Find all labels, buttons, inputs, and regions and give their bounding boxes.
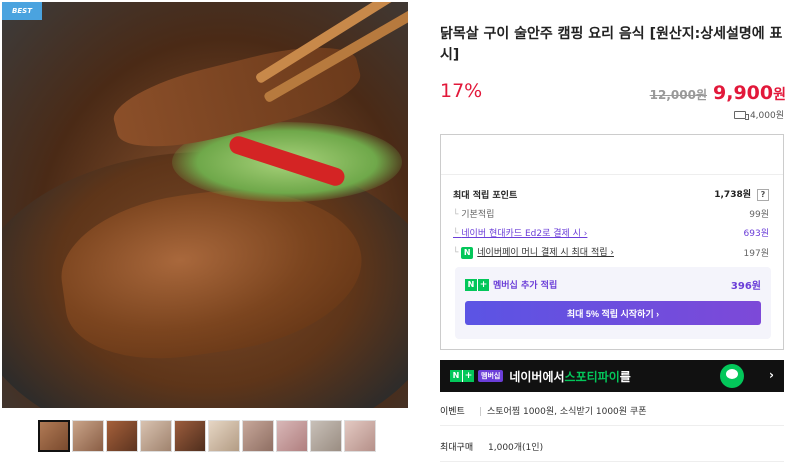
product-main-image[interactable] xyxy=(2,2,408,408)
start-membership-button[interactable]: 최대 5% 적립 시작하기 › xyxy=(465,301,761,325)
points-row-value: 693원 xyxy=(743,229,769,239)
naver-plus-badge: N + xyxy=(450,370,474,382)
help-icon[interactable]: ? xyxy=(757,189,769,201)
plus-icon: + xyxy=(477,278,489,291)
thumbnail-strip xyxy=(38,420,376,452)
membership-box: N + 멤버십 추가 적립 396원 최대 5% 적립 시작하기 › xyxy=(455,267,771,339)
product-title: 닭목살 구이 술안주 캠핑 요리 음식 [원산지:상세설명에 표시] xyxy=(440,26,783,63)
points-box-header xyxy=(441,135,783,175)
max-points-label: 최대 적립 포인트 xyxy=(453,190,518,201)
max-purchase-row: 최대구매 1,000개(1인) xyxy=(440,440,784,462)
truck-icon xyxy=(733,110,749,120)
points-row-card: 네이버 현대카드 Ed2로 결제 시 › 693원 xyxy=(453,226,769,239)
banner-highlight: 스포티파이 xyxy=(564,369,620,384)
plus-icon: + xyxy=(462,370,474,382)
thumbnail-2[interactable] xyxy=(72,420,104,452)
thumbnail-1[interactable] xyxy=(38,420,70,452)
thumbnail-9[interactable] xyxy=(310,420,342,452)
card-benefit-link[interactable]: 네이버 현대카드 Ed2로 결제 시 › xyxy=(453,226,587,239)
npay-icon: N xyxy=(461,247,474,259)
points-box: 최대 적립 포인트 1,738원? 기본적립 99원 네이버 현대카드 Ed2로… xyxy=(440,134,784,350)
price-group: 12,000원 9,900원 xyxy=(650,82,786,104)
discount-rate: 17% xyxy=(440,80,483,102)
points-row-basic: 기본적립 99원 xyxy=(453,207,769,220)
divider xyxy=(480,407,481,416)
thumbnail-7[interactable] xyxy=(242,420,274,452)
sale-price-group: 9,900원 xyxy=(713,82,786,104)
membership-label-group: N + 멤버십 추가 적립 xyxy=(465,278,557,291)
product-page: BEST 닭목살 구이 술안주 캠핑 요리 음식 [원산지:상세설명에 표시] … xyxy=(0,0,812,467)
sale-price-unit: 원 xyxy=(773,87,786,103)
thumbnail-5[interactable] xyxy=(174,420,206,452)
max-points-value-group: 1,738원? xyxy=(714,187,769,201)
thumbnail-10[interactable] xyxy=(344,420,376,452)
max-purchase-key: 최대구매 xyxy=(440,443,474,453)
spotify-banner[interactable]: N + 멤버십 네이버에서 스포티파이 를 › xyxy=(440,360,784,392)
banner-text-after: 를 xyxy=(619,369,631,384)
chevron-right-icon: › xyxy=(769,368,774,382)
membership-value: 396원 xyxy=(730,281,761,292)
naver-plus-badge: N + xyxy=(465,278,489,291)
membership-label: 멤버십 추가 적립 xyxy=(493,281,558,291)
event-value: 스토어찜 1000원, 소식받기 1000원 쿠폰 xyxy=(487,407,647,417)
naver-n-icon: N xyxy=(465,278,477,291)
thumbnail-4[interactable] xyxy=(140,420,172,452)
original-price: 12,000원 xyxy=(649,88,707,102)
npay-label-group: └ N 네이버페이 머니 결제 시 최대 적립 › xyxy=(453,247,614,259)
npay-benefit-link[interactable]: 네이버페이 머니 결제 시 최대 적립 › xyxy=(477,248,614,258)
points-row-npay: └ N 네이버페이 머니 결제 시 최대 적립 › 197원 xyxy=(453,245,769,259)
banner-text-before: 네이버에서 xyxy=(509,369,565,384)
max-points-row: 최대 적립 포인트 1,738원? xyxy=(453,187,769,201)
points-row-value: 99원 xyxy=(749,210,769,220)
event-row: 이벤트 스토어찜 1000원, 소식받기 1000원 쿠폰 xyxy=(440,404,784,426)
shipping-fee: 4,000원 xyxy=(733,108,784,121)
naver-n-icon: N xyxy=(450,370,462,382)
max-points-value: 1,738원 xyxy=(714,190,751,200)
membership-row: N + 멤버십 추가 적립 396원 xyxy=(465,277,761,292)
membership-tag: 멤버십 xyxy=(478,370,504,382)
points-row-value: 197원 xyxy=(743,248,769,259)
thumbnail-3[interactable] xyxy=(106,420,138,452)
shipping-fee-value: 4,000원 xyxy=(749,111,784,121)
thumbnail-8[interactable] xyxy=(276,420,308,452)
best-badge: BEST xyxy=(2,2,42,20)
sale-price: 9,900 xyxy=(713,82,774,104)
thumbnail-6[interactable] xyxy=(208,420,240,452)
points-row-label: 기본적립 xyxy=(453,207,494,220)
mascot-icon xyxy=(720,364,744,388)
max-purchase-value: 1,000개(1인) xyxy=(488,443,544,453)
event-key: 이벤트 xyxy=(440,407,465,417)
